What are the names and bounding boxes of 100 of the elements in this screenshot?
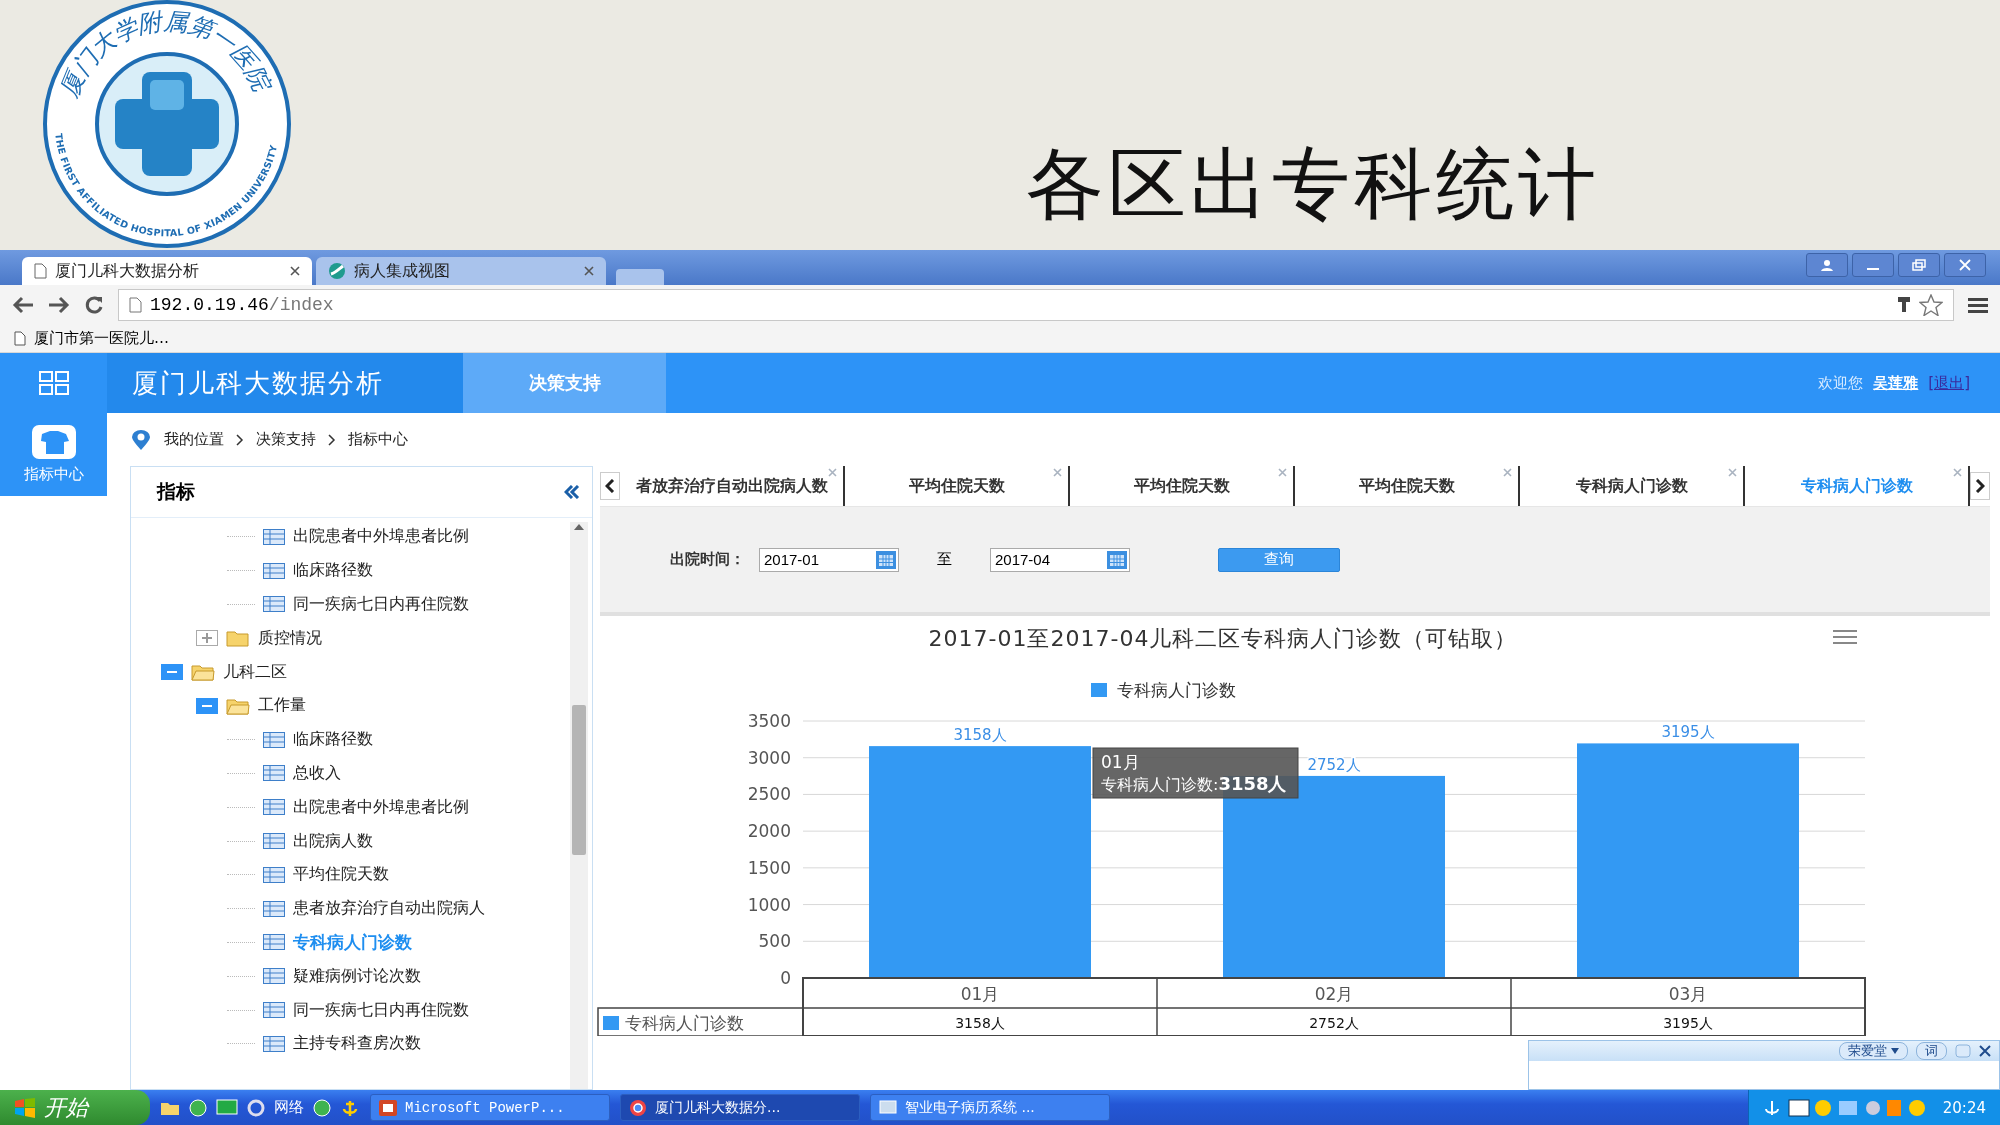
table-cell: 专科病人门诊数 [625,1013,744,1033]
anchor-icon[interactable] [1762,1098,1781,1117]
taskbar-button[interactable]: Microsoft PowerP... [370,1094,610,1121]
close-icon[interactable] [584,266,594,276]
collapse-toggle[interactable] [161,664,183,681]
tooltip-text: 专科病人门诊数:3158人 [1101,773,1287,794]
back-icon[interactable] [12,296,34,314]
table-icon [263,968,285,985]
close-button[interactable] [1944,253,1986,277]
ime-name-button[interactable]: 荣爱堂 [1839,1042,1908,1060]
star-icon[interactable] [1919,294,1943,316]
tree-item[interactable]: 同一疾病七日内再住院数 [293,999,469,1021]
browser-tab[interactable]: 厦门儿科大数据分析 [22,257,312,285]
close-icon[interactable] [290,266,300,276]
minimize-button[interactable] [1852,253,1894,277]
table-icon [263,731,285,748]
date-field[interactable]: 2017-04 [990,547,1130,572]
tree-item[interactable]: 临床路径数 [293,729,373,751]
legend-label[interactable]: 专科病人门诊数 [1117,680,1236,700]
breadcrumb-item[interactable]: 决策支持 [256,430,316,449]
calendar-icon[interactable] [1107,550,1127,569]
reload-icon[interactable] [84,295,104,315]
folder-icon [191,663,215,682]
monitor-icon[interactable] [216,1098,238,1117]
scrollbar[interactable] [570,522,588,1089]
expand-toggle[interactable] [196,630,218,647]
table-icon [263,900,285,917]
tree-item[interactable]: 患者放弃治疗自动出院病人 [293,898,485,920]
app-title: 厦门儿科大数据分析 [107,353,463,413]
previous-button[interactable] [600,472,620,500]
tree-item[interactable]: 总收入 [293,762,341,784]
table-icon [263,866,285,883]
chevron-right-icon [1975,479,1985,493]
calendar-icon[interactable] [876,550,896,569]
taskbar-button[interactable]: 厦门儿科大数据分... [620,1094,860,1121]
chevron-icon [236,433,244,446]
tree-item[interactable]: 主持专科查房次数 [293,1033,421,1055]
clock: 20:24 [1942,1098,1986,1117]
tree-item[interactable]: 出院患者中外埠患者比例 [293,796,469,818]
menu-icon[interactable] [1968,297,1988,313]
address-field[interactable]: 192.0.19.46/index [118,289,1954,321]
field-label: 出院时间： [670,550,745,569]
profile-button[interactable] [1806,253,1848,277]
table-icon [263,528,285,545]
chevron-left-icon [605,479,615,493]
browser-icon [629,1098,647,1117]
chart-title: 2017-01至2017-04儿科二区专科病人门诊数（可钻取） [928,626,1518,651]
grid-icon[interactable] [38,371,69,395]
date-field[interactable]: 2017-01 [759,547,899,572]
caret-icon [1891,1048,1899,1054]
minimize-icon [1867,268,1879,270]
globe-icon[interactable] [188,1097,208,1118]
close-icon [1958,259,1972,271]
value-label: 3195人 [1661,723,1715,742]
network-label[interactable]: 网络 [274,1098,304,1117]
axis-label: 2000 [747,821,791,842]
table-cell: 2752人 [1309,1015,1359,1031]
legend-swatch-icon [1091,683,1107,697]
tree-item[interactable]: 平均住院天数 [293,864,389,886]
next-button[interactable] [1970,472,1990,500]
tree-item[interactable]: 质控情况 [258,627,322,649]
bookmark-link[interactable]: 厦门市第一医院儿… [34,329,169,348]
person-icon [1820,259,1834,271]
key-icon[interactable] [1897,296,1911,314]
globe-icon [328,262,346,280]
page-icon [129,297,142,313]
forward-icon[interactable] [48,296,70,314]
window-icon [879,1099,897,1116]
axis-label: 1500 [747,857,791,878]
table-icon [263,934,285,951]
tree-item[interactable]: 出院病人数 [293,830,373,852]
tree-item[interactable]: 儿科二区 [223,661,287,683]
welcome-text: 欢迎您 [1818,373,1864,393]
globe-icon[interactable] [312,1097,332,1118]
folder-icon [226,696,250,715]
close-icon[interactable] [1979,1045,1991,1057]
table-icon [263,1002,285,1019]
axis-label: 3000 [747,747,791,768]
slide-title: 各区出专科统计 [1024,137,1601,231]
table-icon [263,562,285,579]
tree-item[interactable]: 出院患者中外埠患者比例 [293,526,469,548]
table-icon [263,799,285,816]
tree-item[interactable]: 临床路径数 [293,560,373,582]
collapse-icon[interactable] [564,485,580,499]
tree-item[interactable]: 疑难病例讨论次数 [293,965,421,987]
axis-label: 03月 [1668,984,1708,1004]
tooltip-title: 01月 [1101,752,1140,772]
slides-app-icon [379,1099,397,1116]
legend-swatch-icon [603,1016,619,1030]
table-cell: 3158人 [955,1015,1005,1031]
breadcrumb-item[interactable]: 指标中心 [348,430,408,449]
taskbar-button[interactable]: 智业电子病历系统 ... [870,1094,1110,1121]
collapse-toggle[interactable] [196,697,218,714]
table-icon [263,833,285,850]
restore-button[interactable] [1898,253,1940,277]
browser-tab[interactable]: 病人集成视图 [316,257,606,285]
ime-word-button[interactable]: 词 [1916,1042,1947,1060]
axis-label: 02月 [1314,984,1354,1004]
tree-item[interactable]: 同一疾病七日内再住院数 [293,594,469,615]
tree-item[interactable]: 工作量 [258,695,306,717]
